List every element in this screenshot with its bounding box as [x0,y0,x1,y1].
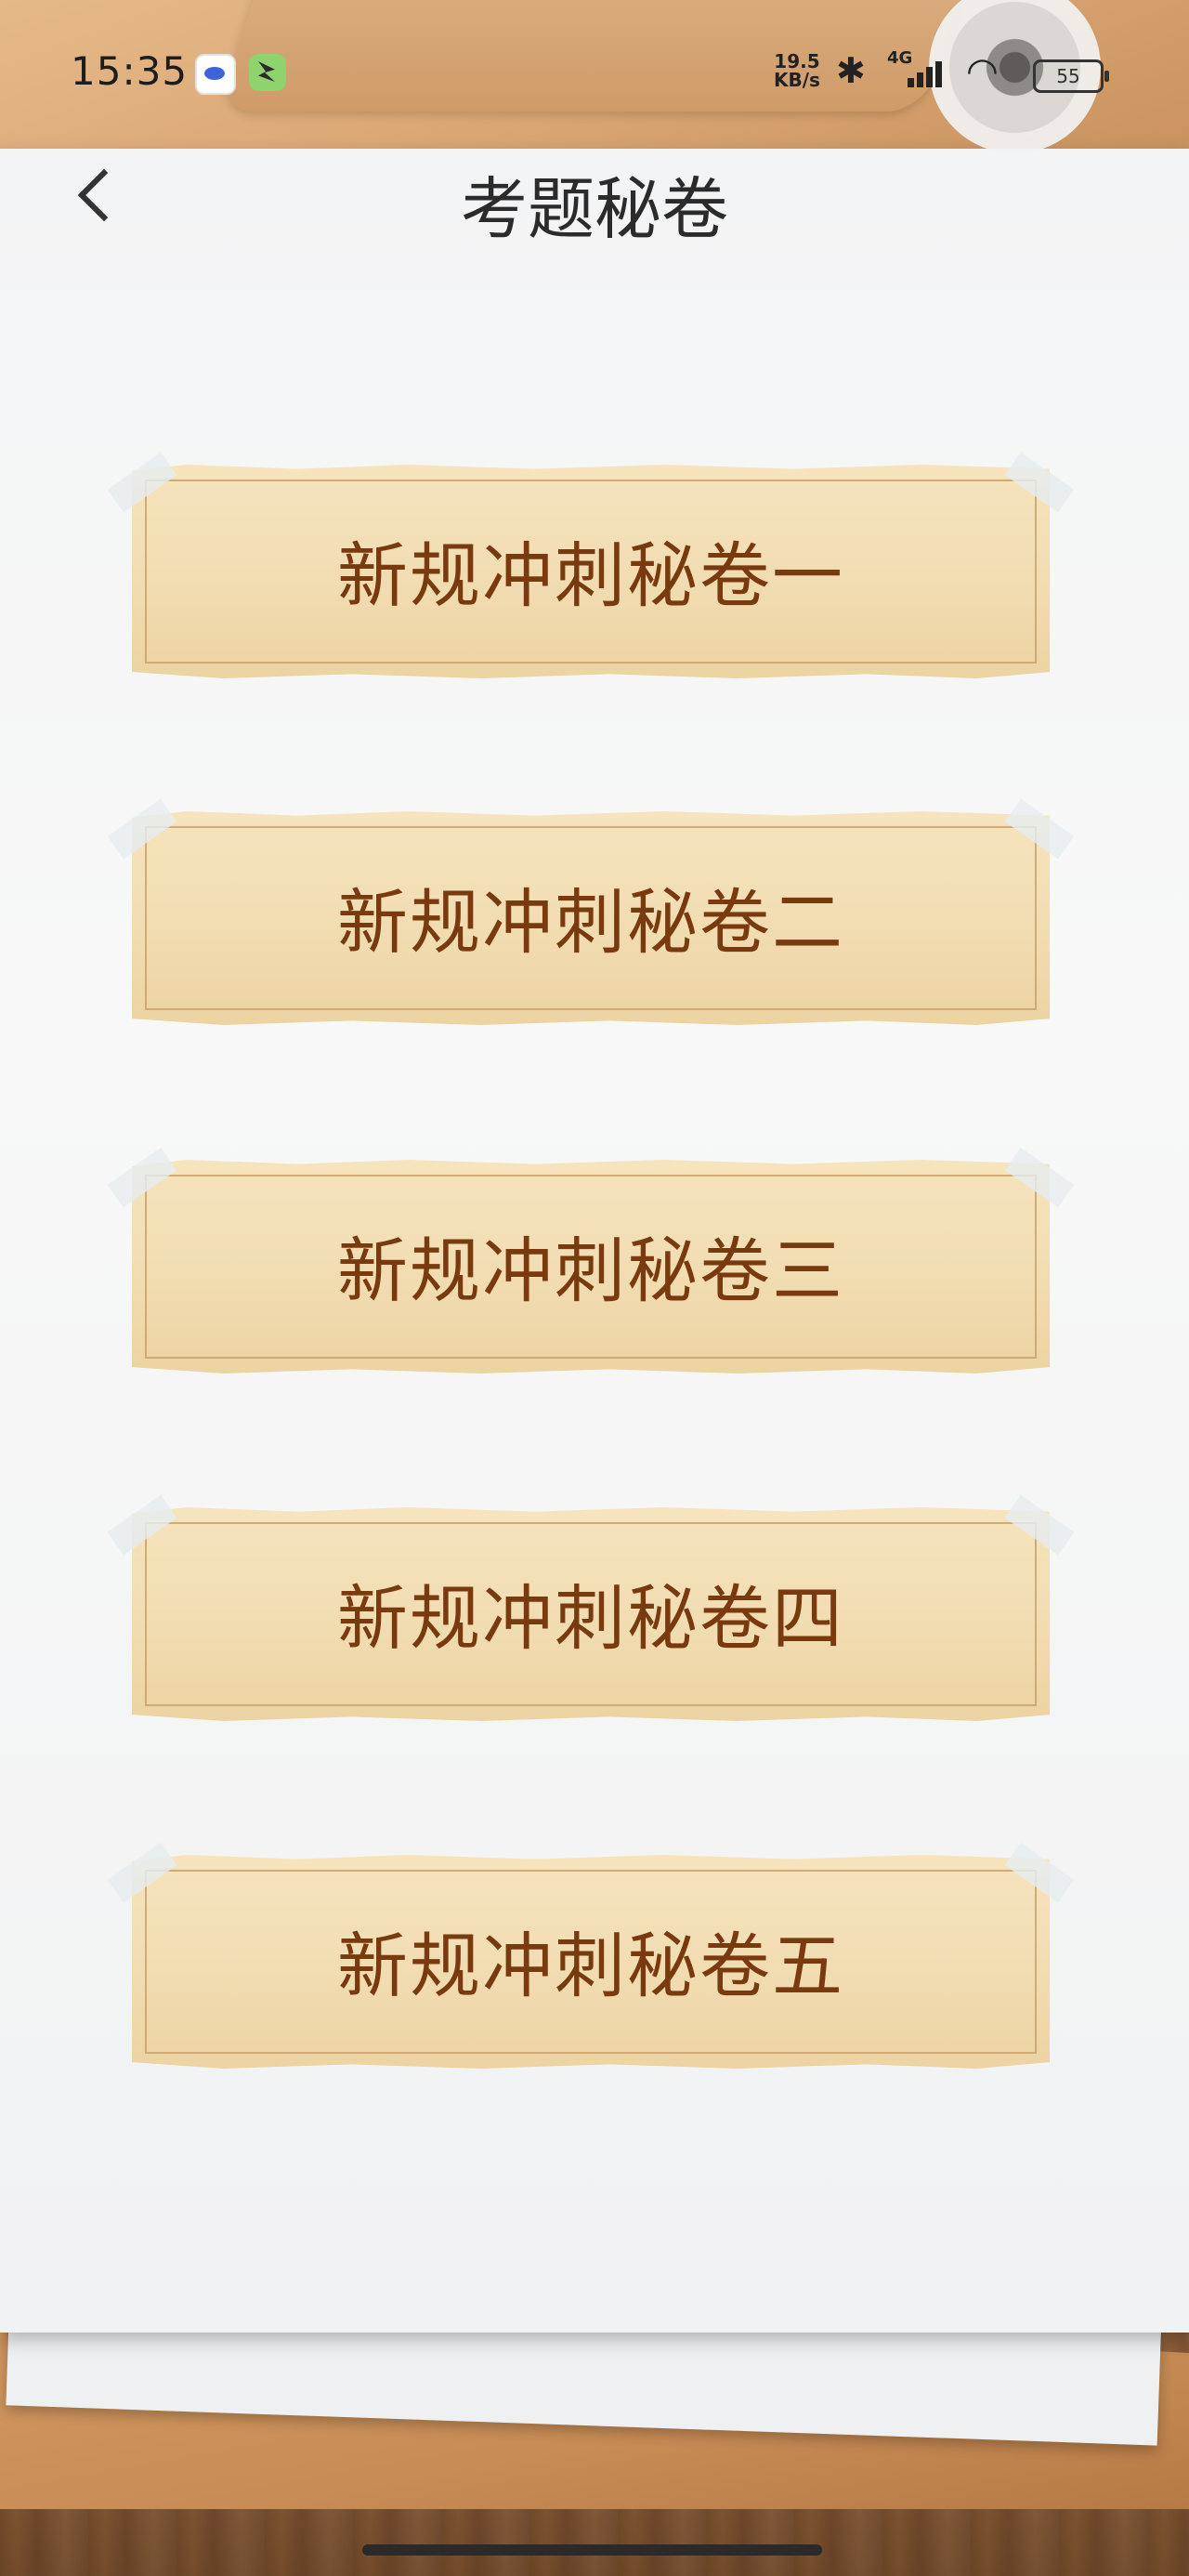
signal-bar [926,67,933,87]
card-label: 新规冲刺秘卷五 [337,1925,844,2007]
network-speed-value: 19.5 [774,50,820,72]
network-type: 4G [887,48,913,68]
card-label: 新规冲刺秘卷四 [337,1577,844,1660]
card-label: 新规冲刺秘卷三 [337,1229,844,1312]
status-time: 15:35 [71,48,189,94]
app-notification-icon [195,54,236,95]
signal-bar [908,78,914,87]
card-label: 新规冲刺秘卷二 [337,881,844,964]
signal-bar [935,61,942,87]
bluetooth-icon: ✱ [836,50,866,91]
wifi-icon: ◠ [966,50,999,93]
app-notification-icon-2 [249,54,286,91]
page-title: 考题秘卷 [460,170,728,248]
home-indicator[interactable] [362,2544,822,2556]
exam-paper-card-3[interactable]: 新规冲刺秘卷三 [107,1147,1075,1373]
exam-paper-card-2[interactable]: 新规冲刺秘卷二 [107,798,1075,1025]
status-bar: 15:35 19.5 KB/s ✱ 4G ◠ 55 [0,0,1189,149]
exam-paper-card-4[interactable]: 新规冲刺秘卷四 [107,1494,1075,1721]
exam-paper-card-5[interactable]: 新规冲刺秘卷五 [107,1842,1075,2069]
exam-paper-card-1[interactable]: 新规冲刺秘卷一 [107,452,1075,678]
network-speed-unit: KB/s [774,69,820,91]
battery-icon: 55 [1033,59,1109,93]
cellular-signal-icon: 4G [887,48,954,91]
network-speed: 19.5 KB/s [774,52,820,89]
card-label: 新规冲刺秘卷一 [337,534,844,617]
battery-level: 55 [1056,65,1080,87]
signal-bar [917,72,923,87]
